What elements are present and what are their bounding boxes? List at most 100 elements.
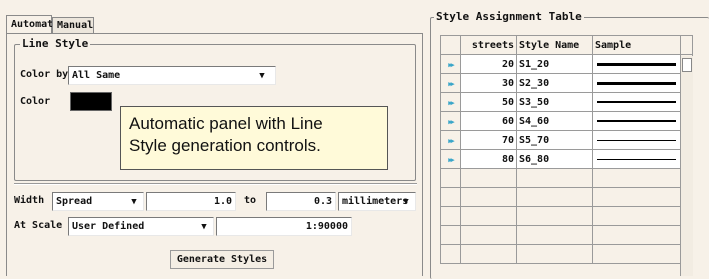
line-style-legend-text: Line Style bbox=[22, 37, 89, 50]
annotation-callout: Automatic panel with Line Style generati… bbox=[120, 106, 388, 170]
streets-cell[interactable] bbox=[460, 225, 517, 245]
table-row[interactable]: ▶▶ 50 S3_50 bbox=[440, 92, 693, 112]
table-row[interactable]: ▶▶ 70 S5_70 bbox=[440, 130, 693, 150]
style-name-cell[interactable]: S3_50 bbox=[516, 92, 593, 112]
streets-cell[interactable] bbox=[460, 244, 517, 264]
streets-cell[interactable]: 30 bbox=[460, 73, 517, 93]
color-swatch-button[interactable] bbox=[70, 92, 112, 111]
sample-cell[interactable] bbox=[592, 225, 681, 245]
header-style-name[interactable]: Style Name bbox=[516, 35, 593, 55]
scale-value-input[interactable]: 1:90000 bbox=[216, 217, 352, 236]
play-arrow-icon: ▶▶ bbox=[448, 136, 455, 145]
generate-styles-button[interactable]: Generate Styles bbox=[170, 250, 274, 269]
sample-cell[interactable] bbox=[592, 130, 681, 150]
tab-manual[interactable]: Manual bbox=[52, 17, 94, 33]
sample-cell[interactable] bbox=[592, 54, 681, 74]
units-chevron-down-icon[interactable] bbox=[400, 197, 412, 207]
streets-cell[interactable] bbox=[460, 206, 517, 226]
tab-automatic[interactable]: Automatic bbox=[6, 15, 65, 33]
line-sample bbox=[597, 62, 676, 66]
style-name-cell[interactable]: S6_80 bbox=[516, 149, 593, 169]
empty-table-row[interactable] bbox=[440, 187, 693, 207]
divider bbox=[14, 183, 417, 185]
line-sample bbox=[597, 158, 676, 160]
width-mode-chevron-down-icon[interactable] bbox=[128, 197, 140, 207]
row-select-button[interactable]: ▶▶ bbox=[440, 111, 461, 131]
streets-cell[interactable] bbox=[460, 168, 517, 188]
style-name-cell[interactable]: S4_60 bbox=[516, 111, 593, 131]
style-assignment-legend: Style Assignment Table bbox=[434, 10, 584, 23]
scale-mode-dropdown[interactable]: User Defined bbox=[68, 217, 214, 236]
empty-table-row[interactable] bbox=[440, 168, 693, 188]
play-arrow-icon: ▶▶ bbox=[448, 155, 455, 164]
style-name-cell[interactable] bbox=[516, 168, 593, 188]
streets-cell[interactable] bbox=[460, 187, 517, 207]
line-sample bbox=[597, 101, 676, 103]
play-arrow-icon: ▶▶ bbox=[448, 98, 455, 107]
at-scale-label: At Scale bbox=[14, 220, 63, 231]
sample-cell[interactable] bbox=[592, 73, 681, 93]
empty-table-row[interactable] bbox=[440, 206, 693, 226]
color-by-dropdown[interactable]: All Same bbox=[68, 66, 276, 85]
scale-mode-chevron-down-icon[interactable] bbox=[198, 222, 210, 232]
play-arrow-icon: ▶▶ bbox=[448, 117, 455, 126]
table-row[interactable]: ▶▶ 60 S4_60 bbox=[440, 111, 693, 131]
style-name-cell[interactable]: S1_20 bbox=[516, 54, 593, 74]
streets-cell[interactable]: 20 bbox=[460, 54, 517, 74]
row-select-button[interactable] bbox=[440, 244, 461, 264]
row-select-button[interactable] bbox=[440, 168, 461, 188]
row-select-button[interactable] bbox=[440, 206, 461, 226]
sample-cell[interactable] bbox=[592, 92, 681, 112]
line-sample bbox=[597, 120, 676, 122]
color-label: Color bbox=[20, 96, 51, 107]
empty-table-row[interactable] bbox=[440, 244, 693, 264]
streets-cell[interactable]: 80 bbox=[460, 149, 517, 169]
style-name-cell[interactable]: S2_30 bbox=[516, 73, 593, 93]
play-arrow-icon: ▶▶ bbox=[448, 60, 455, 69]
play-arrow-icon: ▶▶ bbox=[448, 79, 455, 88]
line-style-legend: Line Style bbox=[20, 37, 91, 50]
width-label: Width bbox=[14, 195, 45, 206]
row-select-button[interactable]: ▶▶ bbox=[440, 149, 461, 169]
header-sample[interactable]: Sample bbox=[592, 35, 681, 55]
sample-cell[interactable] bbox=[592, 111, 681, 131]
row-select-button[interactable]: ▶▶ bbox=[440, 54, 461, 74]
scale-mode-value: User Defined bbox=[72, 221, 145, 232]
row-select-button[interactable] bbox=[440, 187, 461, 207]
streets-cell[interactable]: 50 bbox=[460, 92, 517, 112]
style-name-cell[interactable] bbox=[516, 225, 593, 245]
style-assignment-table[interactable]: streets Style Name Sample ▶▶ 20 S1_20 ▶▶ 30 S… bbox=[440, 35, 693, 264]
sample-cell[interactable] bbox=[592, 168, 681, 188]
header-spacer bbox=[680, 35, 693, 55]
style-name-cell[interactable]: S5_70 bbox=[516, 130, 593, 150]
sample-cell[interactable] bbox=[592, 187, 681, 207]
style-name-cell[interactable] bbox=[516, 206, 593, 226]
empty-table-row[interactable] bbox=[440, 225, 693, 245]
callout-line-1: Automatic panel with Line bbox=[129, 114, 323, 133]
table-vertical-scrollbar[interactable] bbox=[680, 56, 693, 276]
style-assignment-legend-text: Style Assignment Table bbox=[436, 10, 582, 23]
header-streets[interactable]: streets bbox=[460, 35, 517, 55]
streets-cell[interactable]: 60 bbox=[460, 111, 517, 131]
sample-cell[interactable] bbox=[592, 149, 681, 169]
row-button-header bbox=[440, 35, 461, 55]
table-row[interactable]: ▶▶ 30 S2_30 bbox=[440, 73, 693, 93]
table-header-row: streets Style Name Sample bbox=[440, 35, 693, 55]
table-row[interactable]: ▶▶ 20 S1_20 bbox=[440, 54, 693, 74]
row-select-button[interactable]: ▶▶ bbox=[440, 92, 461, 112]
width-from-input[interactable]: 1.0 bbox=[146, 192, 236, 211]
scrollbar-thumb[interactable] bbox=[682, 58, 692, 72]
streets-cell[interactable]: 70 bbox=[460, 130, 517, 150]
row-select-button[interactable]: ▶▶ bbox=[440, 73, 461, 93]
sample-cell[interactable] bbox=[592, 244, 681, 264]
sample-cell[interactable] bbox=[592, 206, 681, 226]
color-by-chevron-down-icon[interactable] bbox=[256, 71, 268, 81]
row-select-button[interactable] bbox=[440, 225, 461, 245]
width-to-input[interactable]: 0.3 bbox=[266, 192, 336, 211]
table-row[interactable]: ▶▶ 80 S6_80 bbox=[440, 149, 693, 169]
to-label: to bbox=[244, 195, 257, 206]
style-name-cell[interactable] bbox=[516, 187, 593, 207]
row-select-button[interactable]: ▶▶ bbox=[440, 130, 461, 150]
style-name-cell[interactable] bbox=[516, 244, 593, 264]
line-sample bbox=[597, 139, 676, 141]
